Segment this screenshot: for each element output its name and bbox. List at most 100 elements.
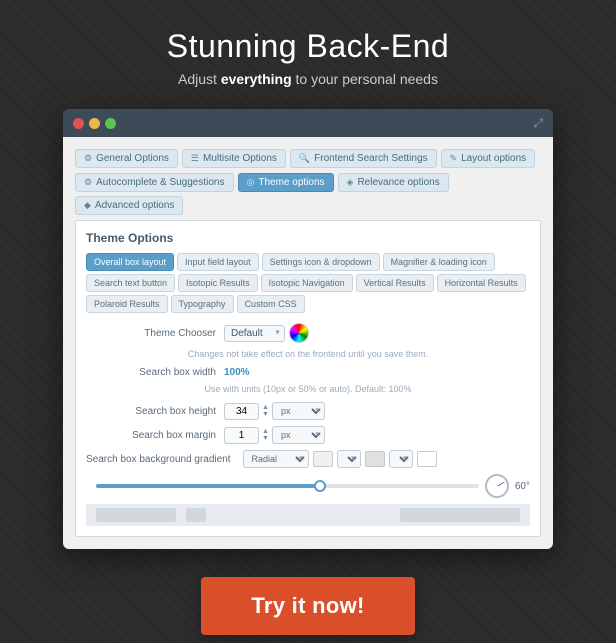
slider-row: 60°	[86, 474, 530, 498]
tab-layout[interactable]: ✎ Layout options	[441, 149, 536, 168]
theme-chooser-select-wrapper: Default Dark Light Custom	[224, 325, 285, 342]
strip-item-2	[186, 508, 206, 522]
bottom-strip	[86, 504, 530, 526]
search-box-margin-up[interactable]: ▲	[262, 428, 269, 435]
search-box-height-unit-wrapper: px em %	[272, 402, 325, 420]
gradient-label: Search box background gradient	[86, 454, 231, 465]
tab-row-1: ⚙ General Options ☰ Multisite Options 🔍 …	[75, 149, 541, 168]
tab-relevance-label: Relevance options	[357, 177, 439, 188]
sub-tab-settings-icon[interactable]: Settings icon & dropdown	[262, 253, 380, 271]
autocomplete-icon: ⚙	[84, 177, 92, 188]
tab-frontend-search-label: Frontend Search Settings	[314, 153, 427, 164]
sub-tab-overall-box[interactable]: Overall box layout	[86, 253, 174, 271]
degree-value: 60°	[515, 481, 530, 492]
expand-icon[interactable]: ⤢	[533, 116, 543, 131]
sub-tab-search-text[interactable]: Search text button	[86, 274, 175, 292]
search-box-margin-spinner: ▲ ▼ px em %	[224, 426, 325, 444]
general-icon: ⚙	[84, 153, 92, 164]
section-title: Theme Options	[86, 231, 530, 245]
sub-tab-isotopic-nav[interactable]: Isotopic Navigation	[261, 274, 353, 292]
tab-layout-label: Layout options	[461, 153, 526, 164]
theme-chooser-control: Default Dark Light Custom	[224, 323, 309, 343]
sub-tab-vertical[interactable]: Vertical Results	[356, 274, 434, 292]
tab-advanced[interactable]: ◆ Advanced options	[75, 196, 183, 215]
relevance-icon: ◈	[347, 177, 354, 188]
search-box-margin-label: Search box margin	[86, 430, 216, 441]
slider-thumb[interactable]	[314, 480, 326, 492]
multisite-icon: ☰	[191, 153, 199, 164]
sub-tab-horizontal[interactable]: Horizontal Results	[437, 274, 526, 292]
gradient-color1-select[interactable]: ▼	[337, 450, 361, 468]
sub-tab-input-field[interactable]: Input field layout	[177, 253, 259, 271]
tab-theme[interactable]: ◎ Theme options	[238, 173, 334, 192]
traffic-lights	[73, 118, 116, 129]
strip-item-1	[96, 508, 176, 522]
tab-theme-label: Theme options	[258, 177, 324, 188]
sub-tab-polaroid[interactable]: Polaroid Results	[86, 295, 168, 313]
search-box-margin-unit[interactable]: px em %	[272, 426, 325, 444]
gradient-color2-select[interactable]: ▼	[389, 450, 413, 468]
search-box-margin-row: Search box margin ▲ ▼ px em %	[86, 426, 530, 444]
gradient-color1[interactable]	[313, 451, 333, 467]
frontend-search-icon: 🔍	[299, 153, 310, 164]
subtitle-bold: everything	[221, 71, 292, 87]
tab-frontend-search[interactable]: 🔍 Frontend Search Settings	[290, 149, 437, 168]
gradient-slider[interactable]	[96, 484, 479, 488]
theme-chooser-select[interactable]: Default Dark Light Custom	[224, 325, 285, 342]
search-box-margin-input[interactable]	[224, 427, 259, 444]
sub-tab-row: Overall box layout Input field layout Se…	[86, 253, 530, 313]
traffic-light-green[interactable]	[105, 118, 116, 129]
sub-tab-custom-css[interactable]: Custom CSS	[237, 295, 305, 313]
theme-icon: ◎	[247, 177, 255, 188]
sub-tab-typography[interactable]: Typography	[171, 295, 234, 313]
search-box-width-row: Search box width 100%	[86, 367, 530, 378]
search-box-height-unit[interactable]: px em %	[272, 402, 325, 420]
search-box-height-arrows: ▲ ▼	[262, 404, 269, 418]
tab-advanced-label: Advanced options	[95, 200, 175, 211]
hero-title: Stunning Back-End	[167, 28, 449, 65]
search-box-margin-down[interactable]: ▼	[262, 435, 269, 442]
sub-tab-magnifier[interactable]: Magnifier & loading icon	[383, 253, 495, 271]
cta-button[interactable]: Try it now!	[201, 577, 414, 635]
tab-multisite-label: Multisite Options	[203, 153, 277, 164]
search-box-height-down[interactable]: ▼	[262, 411, 269, 418]
search-box-height-spinner: ▲ ▼ px em %	[224, 402, 325, 420]
advanced-icon: ◆	[84, 200, 91, 211]
search-box-height-up[interactable]: ▲	[262, 404, 269, 411]
search-box-height-row: Search box height ▲ ▼ px em %	[86, 402, 530, 420]
tab-general-label: General Options	[96, 153, 169, 164]
gradient-type-select[interactable]: Radial Linear	[243, 450, 309, 468]
tab-autocomplete-label: Autocomplete & Suggestions	[96, 177, 224, 188]
gradient-color1-select-wrapper: ▼	[337, 450, 361, 468]
traffic-light-red[interactable]	[73, 118, 84, 129]
search-box-margin-arrows: ▲ ▼	[262, 428, 269, 442]
search-box-width-value: 100%	[224, 367, 250, 378]
content-area: Theme Options Overall box layout Input f…	[75, 220, 541, 537]
hero-subtitle: Adjust everything to your personal needs	[178, 71, 438, 87]
tab-general[interactable]: ⚙ General Options	[75, 149, 178, 168]
subtitle-plain: Adjust	[178, 71, 221, 87]
search-box-width-label: Search box width	[86, 367, 216, 378]
browser-titlebar: ⤢	[63, 109, 553, 137]
sub-tab-isotopic-results[interactable]: Isotopic Results	[178, 274, 258, 292]
degree-display	[485, 474, 509, 498]
gradient-color3[interactable]	[417, 451, 437, 467]
theme-chooser-row: Theme Chooser Default Dark Light Custom	[86, 323, 530, 343]
subtitle-end: to your personal needs	[292, 71, 438, 87]
search-box-width-hint: Use with units (10px or 50% or auto). De…	[86, 384, 530, 394]
traffic-light-yellow[interactable]	[89, 118, 100, 129]
gradient-row: Search box background gradient Radial Li…	[86, 450, 530, 468]
search-box-height-input[interactable]	[224, 403, 259, 420]
hint-text: Changes not take effect on the frontend …	[86, 349, 530, 359]
gradient-color2-select-wrapper: ▼	[389, 450, 413, 468]
tab-multisite[interactable]: ☰ Multisite Options	[182, 149, 286, 168]
tab-row-2: ⚙ Autocomplete & Suggestions ◎ Theme opt…	[75, 173, 541, 215]
tab-relevance[interactable]: ◈ Relevance options	[338, 173, 449, 192]
search-box-margin-unit-wrapper: px em %	[272, 426, 325, 444]
gradient-color2[interactable]	[365, 451, 385, 467]
strip-item-3	[400, 508, 520, 522]
search-box-height-label: Search box height	[86, 406, 216, 417]
color-wheel-icon[interactable]	[289, 323, 309, 343]
tab-autocomplete[interactable]: ⚙ Autocomplete & Suggestions	[75, 173, 234, 192]
layout-icon: ✎	[450, 153, 458, 164]
